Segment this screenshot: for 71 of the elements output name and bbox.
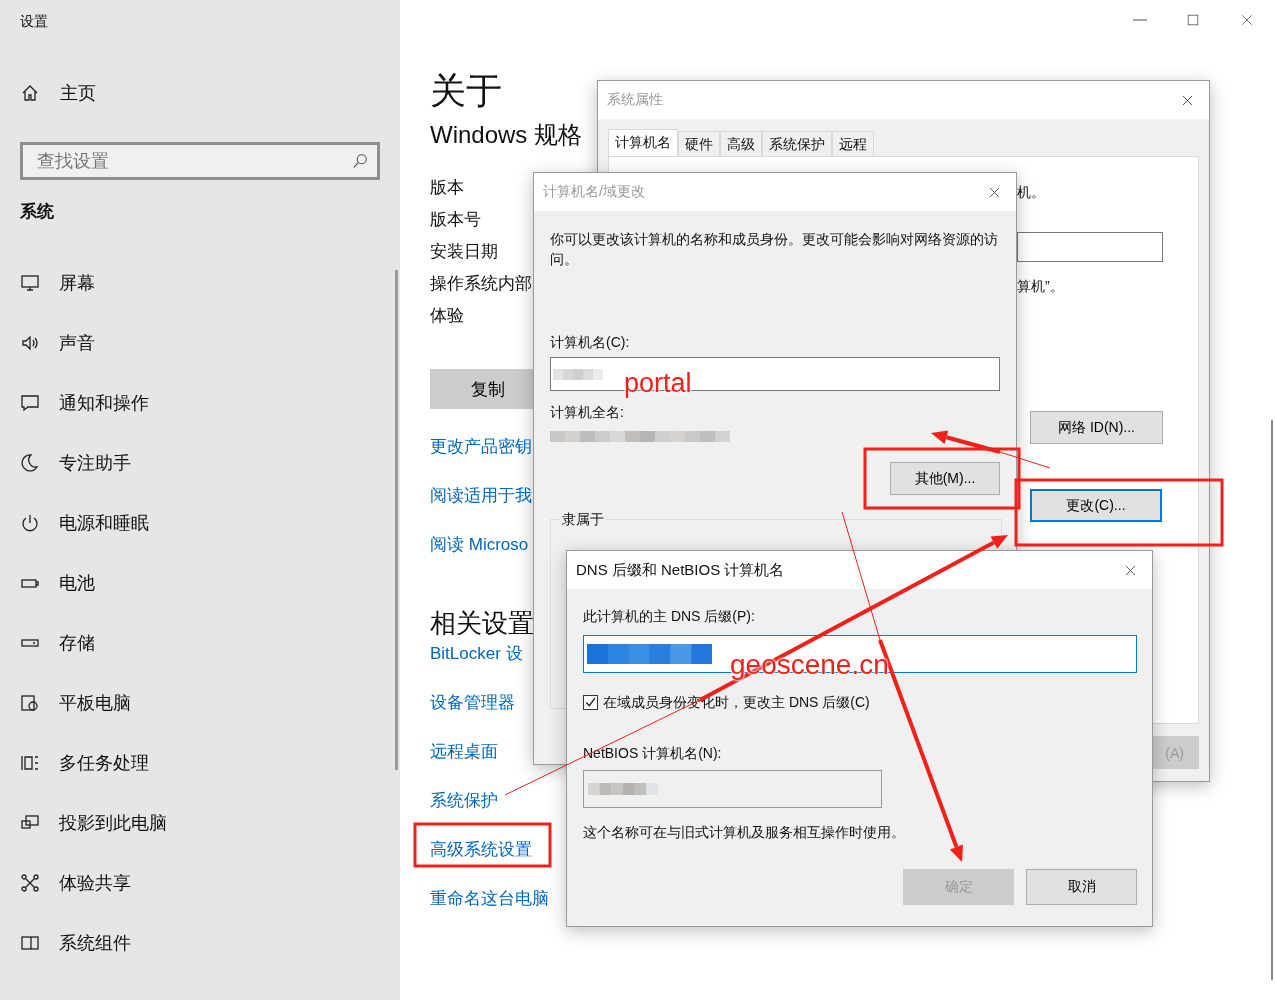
sidebar-item[interactable]: 电池 (59, 571, 95, 595)
link[interactable]: 系统保护 (430, 789, 549, 813)
spec-label: 版本号 (430, 209, 482, 231)
section-heading: 系统 (20, 201, 54, 223)
maximize-icon (1185, 12, 1201, 28)
text-fragment: 机。 (1017, 183, 1045, 201)
tab[interactable]: 计算机名 (608, 129, 678, 156)
page-title: 关于 (430, 70, 502, 112)
field-label: 计算机全名: (550, 403, 624, 421)
dialog-title: 系统属性 (607, 91, 663, 109)
spec-label: 版本 (430, 177, 465, 199)
field-label: 此计算机的主 DNS 后缀(P): (583, 607, 755, 625)
sidebar-item[interactable]: 投影到此电脑 (59, 811, 167, 835)
message-icon (20, 393, 40, 413)
sidebar-item[interactable]: 屏幕 (59, 271, 95, 295)
link[interactable]: 重命名这台电脑 (430, 887, 549, 911)
spec-label: 安装日期 (430, 241, 499, 263)
tab[interactable]: 硬件 (678, 131, 720, 156)
description-text: 你可以更改该计算机的名称和成员身份。更改可能会影响对网络资源的访问。 (550, 230, 999, 269)
tablet-icon (20, 693, 40, 713)
text-fragment: 算机”。 (1017, 277, 1064, 295)
tab[interactable]: 高级 (720, 131, 762, 156)
sidebar-item[interactable]: 多任务处理 (59, 751, 149, 775)
input-field[interactable] (583, 770, 882, 808)
tab[interactable]: 系统保护 (762, 131, 832, 156)
more-button[interactable]: 其他(M)... (890, 462, 1000, 495)
section-heading: 相关设置 (430, 607, 534, 640)
network-id-button[interactable]: 网络 ID(N)... (1030, 411, 1163, 444)
cancel-button[interactable]: 取消 (1026, 869, 1137, 905)
change-button[interactable]: 更改(C)... (1030, 489, 1162, 522)
note-text: 这个名称可在与旧式计算机及服务相互操作时使用。 (583, 823, 905, 841)
window-title: 设置 (20, 12, 48, 30)
search-field[interactable]: 查找设置 (20, 142, 380, 180)
sidebar-item[interactable]: 专注助手 (59, 451, 131, 475)
speaker-icon (20, 333, 40, 353)
link[interactable]: 阅读适用于我 (430, 484, 532, 508)
home-icon (20, 83, 40, 103)
section-heading: Windows 规格 (430, 120, 583, 150)
checkbox[interactable] (583, 694, 598, 710)
blurred-text-drawing (553, 368, 603, 380)
monitor-icon (20, 273, 40, 293)
spec-label: 体验 (430, 305, 465, 327)
power-icon (20, 513, 40, 533)
dialog-title: 计算机名/域更改 (543, 183, 645, 201)
group-label: 隶属于 (560, 510, 606, 528)
field-label: 计算机名(C): (550, 333, 630, 351)
spec-label: 操作系统内部 (430, 273, 532, 295)
blurred-text-drawing (588, 783, 658, 795)
link[interactable]: 阅读 Microso (430, 533, 532, 557)
dialog-title: DNS 后缀和 NetBIOS 计算机名 (576, 560, 785, 580)
multitask-icon (20, 753, 40, 773)
sidebar-item[interactable]: 平板电脑 (59, 691, 131, 715)
scrollbar[interactable] (395, 270, 398, 770)
share-icon (20, 873, 40, 893)
component-icon (20, 933, 40, 953)
link[interactable]: 高级系统设置 (430, 838, 549, 862)
sidebar-item[interactable]: 声音 (59, 331, 95, 355)
link[interactable]: 更改产品密钥 (430, 435, 532, 459)
sidebar-item[interactable]: 电源和睡眠 (59, 511, 149, 535)
scrollbar[interactable] (1271, 420, 1273, 980)
search-icon (351, 152, 369, 170)
sidebar-item[interactable]: 存储 (59, 631, 95, 655)
input-field[interactable] (1017, 232, 1163, 262)
moon-icon (20, 453, 40, 473)
sidebar-item[interactable]: 系统组件 (59, 931, 131, 955)
minimize-icon (1133, 19, 1147, 21)
tab[interactable]: 远程 (832, 131, 874, 156)
home-link[interactable]: 主页 (60, 81, 96, 105)
sidebar-item[interactable]: 通知和操作 (59, 391, 149, 415)
close-icon (1239, 12, 1255, 28)
sidebar-item[interactable]: 体验共享 (59, 871, 131, 895)
